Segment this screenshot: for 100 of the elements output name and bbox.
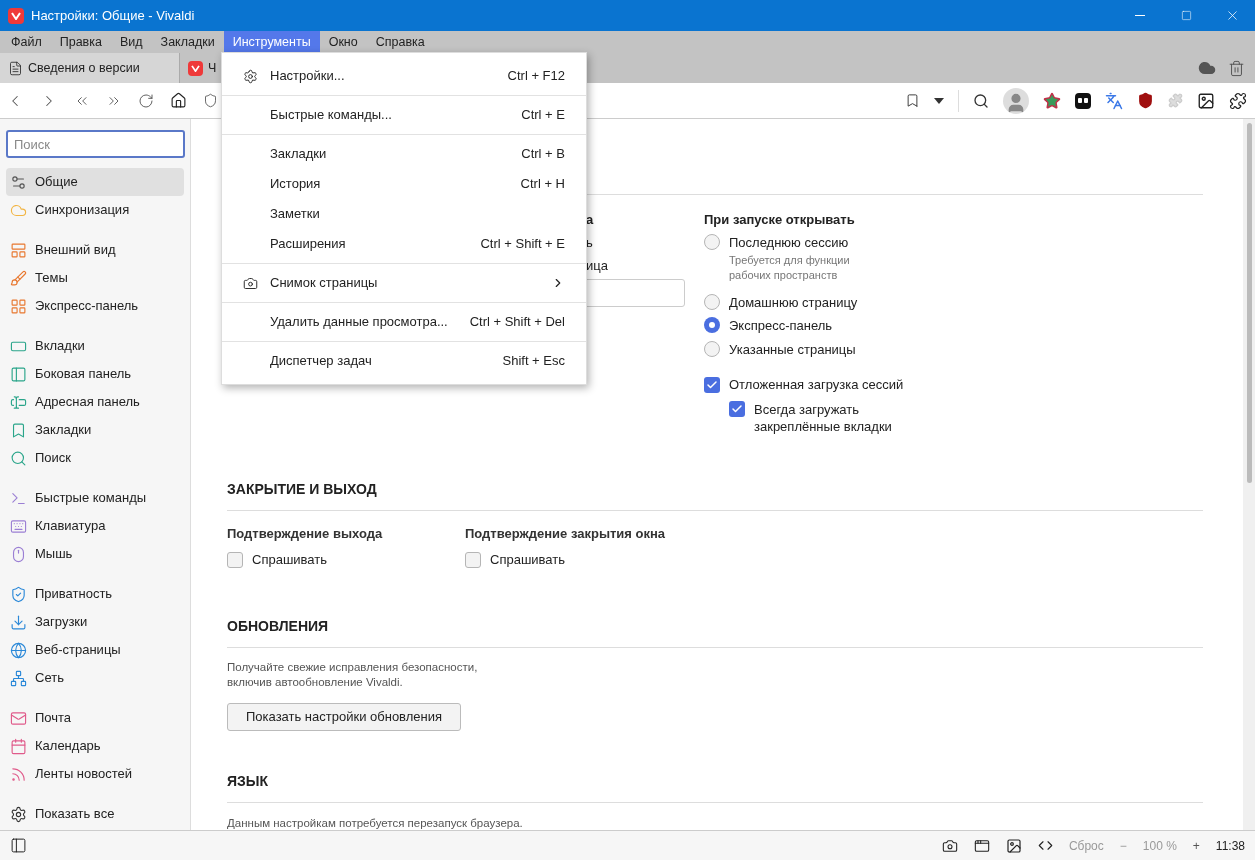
checkbox[interactable] — [227, 551, 243, 568]
menu-bar-item[interactable]: Правка — [50, 31, 111, 53]
menu-bar-item[interactable]: Файл — [2, 31, 51, 53]
menu-item[interactable]: Снимок страницы — [222, 268, 586, 298]
extension-icon[interactable] — [1075, 92, 1091, 109]
sidebar-item[interactable]: Адресная панель — [6, 388, 184, 416]
menu-bar-item[interactable]: Справка — [366, 31, 434, 53]
option-title: Подтверждение закрытия окна — [465, 524, 667, 543]
description-text: Получайте свежие исправления безопасности, включив автообновление Vivaldi. — [227, 659, 479, 690]
section-heading: ЯЗЫК — [227, 770, 1203, 803]
zoom-in-button[interactable]: + — [1192, 836, 1200, 855]
menu-item[interactable]: История Ctrl + H — [222, 169, 586, 199]
tab[interactable]: Сведения о версии — [0, 53, 180, 83]
label-text: а — [586, 211, 595, 229]
avatar-icon[interactable] — [1003, 87, 1029, 114]
minimize-icon — [1135, 15, 1145, 16]
search-field[interactable]: Поиск — [6, 130, 185, 158]
sidebar-item[interactable]: Синхронизация — [6, 196, 184, 224]
radio-button[interactable] — [704, 317, 720, 333]
sidebar-item[interactable]: Экспресс-панель — [6, 292, 184, 320]
search-icon — [10, 449, 27, 467]
sidebar-item[interactable]: Общие — [6, 168, 184, 196]
sidebar-item[interactable]: Закладки — [6, 416, 184, 444]
globe-icon — [10, 641, 27, 659]
menu-item[interactable]: Быстрые команды... Ctrl + E — [222, 100, 586, 130]
grid-icon — [10, 297, 27, 315]
sidebar-item[interactable]: Показать все — [6, 800, 184, 828]
clock-time: 11:38 — [1215, 837, 1245, 855]
shield-icon[interactable] — [203, 93, 218, 108]
menu-item[interactable]: Закладки Ctrl + B — [222, 139, 586, 169]
sidebar-item[interactable]: Клавиатура — [6, 512, 184, 540]
label-text: ь — [586, 234, 594, 252]
radio-button[interactable] — [704, 234, 720, 250]
sidebar-item[interactable]: Загрузки — [6, 608, 184, 636]
maximize-icon — [1180, 10, 1192, 21]
menu-item[interactable]: Расширения Ctrl + Shift + E — [222, 229, 586, 259]
dropdown-icon[interactable] — [934, 97, 944, 104]
extensions-icon[interactable] — [1229, 91, 1247, 110]
window-title: Настройки: Общие - Vivaldi — [31, 6, 195, 25]
radio-button[interactable] — [704, 340, 720, 357]
home-icon[interactable] — [170, 92, 187, 109]
image-icon[interactable] — [1005, 837, 1022, 854]
sidebar-item[interactable]: Мышь — [6, 540, 184, 568]
menu-bar-item[interactable]: Закладки — [151, 31, 224, 53]
scrollbar[interactable] — [1243, 119, 1255, 830]
sidebar-item[interactable]: Календарь — [6, 732, 184, 760]
download-icon — [10, 613, 27, 631]
radio-label: Домашнюю страницу — [729, 293, 858, 312]
cloud-icon[interactable] — [1198, 59, 1216, 77]
checkbox[interactable] — [729, 400, 745, 417]
sidebar-item[interactable]: Сеть — [6, 664, 184, 692]
keyboard-icon — [10, 517, 27, 535]
star-icon[interactable] — [1043, 91, 1061, 110]
radio-label: Указанные страницы — [729, 340, 856, 359]
camera-icon[interactable] — [941, 837, 958, 854]
panel-toggle-icon[interactable] — [10, 837, 27, 854]
sidebar-item[interactable]: Вкладки — [6, 332, 184, 360]
code-icon[interactable] — [1037, 838, 1053, 853]
image-icon[interactable] — [1197, 91, 1215, 110]
settings-icon — [243, 68, 258, 84]
sidebar-item[interactable]: Ленты новостей — [6, 760, 184, 788]
network-icon — [10, 669, 27, 687]
sidebar-item[interactable]: Почта — [6, 704, 184, 732]
camera-icon — [243, 275, 258, 291]
settings-icon — [10, 805, 27, 823]
menu-item[interactable]: Диспетчер задач Shift + Esc — [222, 346, 586, 376]
sliders-icon — [10, 173, 27, 191]
sidebar-item[interactable]: Боковая панель — [6, 360, 184, 388]
checkbox[interactable] — [465, 551, 481, 568]
sidebar-item[interactable]: Темы — [6, 264, 184, 292]
checkbox-label: Всегда загружать закреплённые вкладки — [754, 400, 893, 435]
section-heading: ОБНОВЛЕНИЯ — [227, 615, 1203, 648]
radio-button[interactable] — [704, 293, 720, 310]
shield-icon[interactable] — [1137, 92, 1154, 109]
window-icon[interactable] — [973, 837, 990, 854]
vivaldi-logo-icon — [188, 60, 203, 76]
menu-item[interactable]: Удалить данные просмотра... Ctrl + Shift + Del — [222, 307, 586, 337]
sidebar-item[interactable]: Поиск — [6, 444, 184, 472]
update-settings-button[interactable]: Показать настройки обновления — [227, 702, 461, 731]
rss-icon — [10, 765, 27, 783]
bookmark-icon[interactable] — [905, 93, 920, 108]
check-icon — [706, 378, 718, 391]
menu-bar-item[interactable]: Вид — [110, 31, 152, 53]
menu-bar-item[interactable]: Инструменты — [223, 31, 320, 53]
layout-icon — [10, 241, 27, 259]
checkbox-label: Спрашивать — [252, 551, 327, 569]
document-icon — [8, 60, 23, 76]
sidebar-item[interactable]: Веб-страницы — [6, 636, 184, 664]
menu-bar-item[interactable]: Окно — [319, 31, 367, 53]
description-text: Данным настройкам потребуется перезапуск браузера. — [227, 815, 524, 830]
sidebar-item[interactable]: Приватность — [6, 580, 184, 608]
reload-icon[interactable] — [138, 92, 154, 109]
menu-item[interactable]: Заметки — [222, 199, 586, 229]
menu-item[interactable]: Настройки... Ctrl + F12 — [222, 61, 586, 91]
sidebar-item[interactable]: Быстрые команды — [6, 484, 184, 512]
checkbox[interactable] — [704, 376, 720, 393]
translate-icon[interactable] — [1105, 91, 1123, 110]
sidebar-item[interactable]: Внешний вид — [6, 236, 184, 264]
search-icon[interactable] — [973, 92, 989, 109]
trash-icon[interactable] — [1228, 59, 1245, 77]
